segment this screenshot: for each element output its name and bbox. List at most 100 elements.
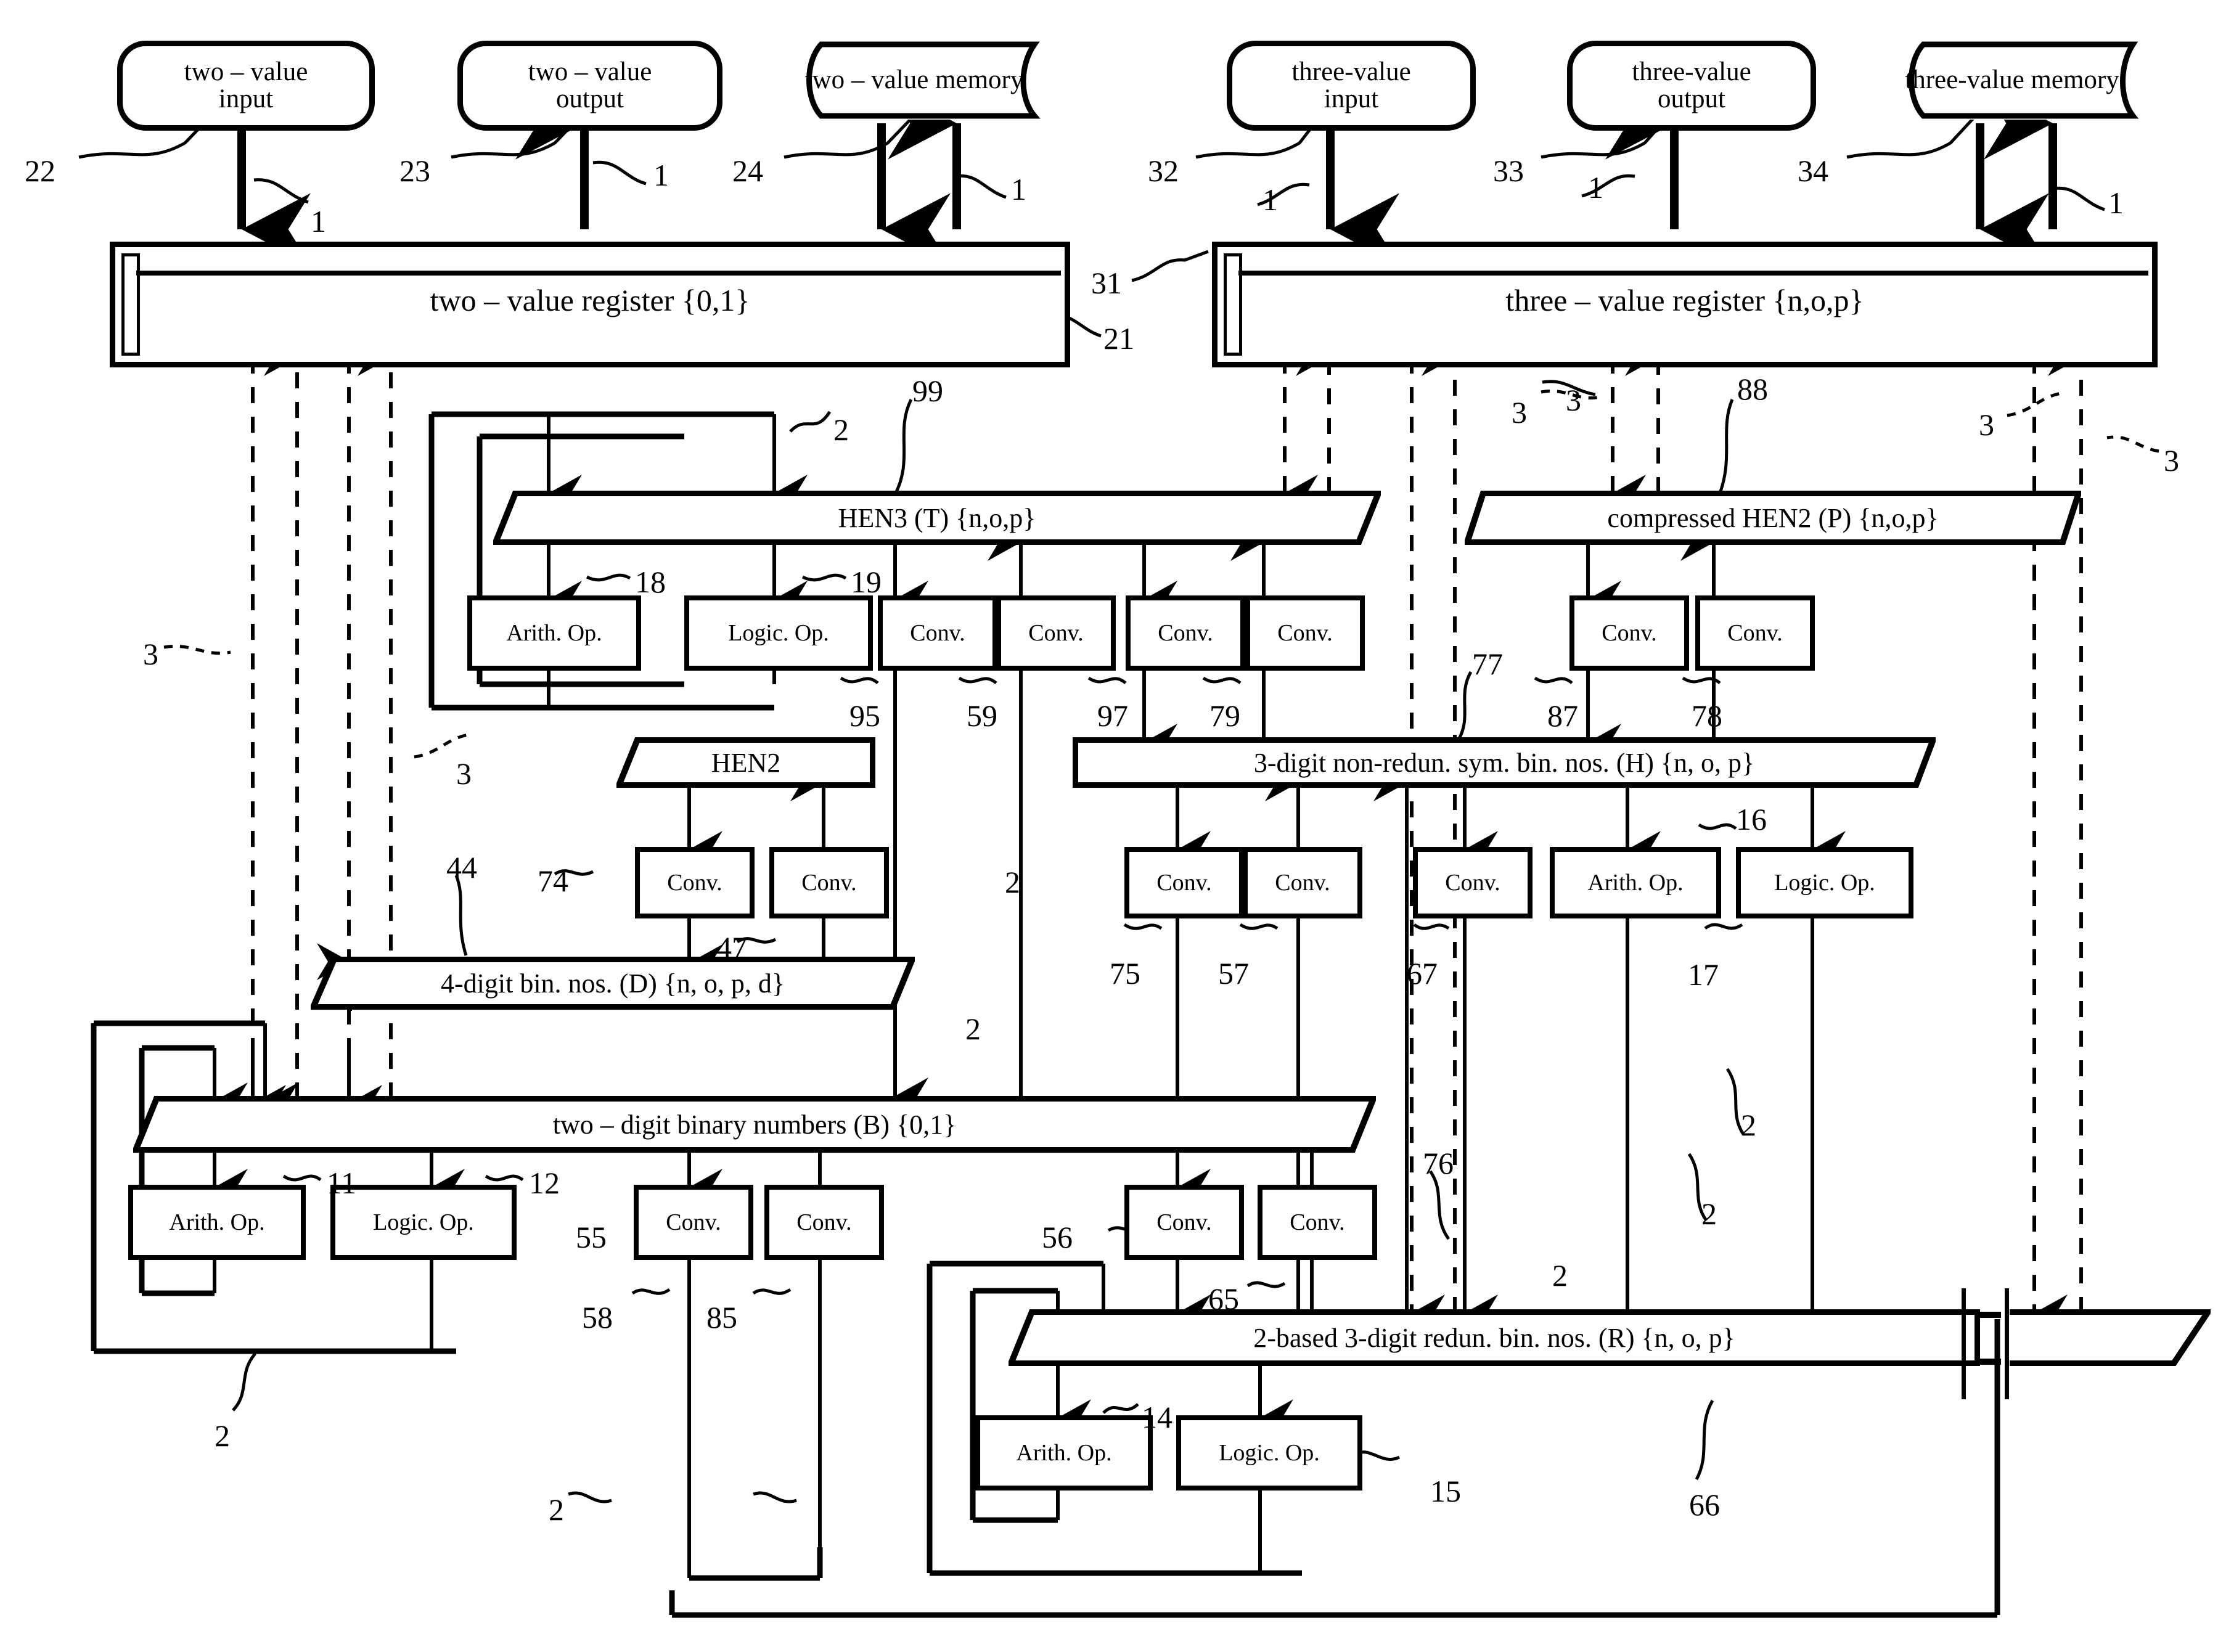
opbox-conv-57[interactable]: Conv. bbox=[1243, 847, 1362, 918]
reference-numeral: 1 bbox=[2108, 186, 2124, 220]
opbox-label: Conv. bbox=[1158, 620, 1213, 646]
reference-numeral: 15 bbox=[1430, 1474, 1461, 1508]
reference-numeral: 58 bbox=[582, 1300, 613, 1335]
band-compressed-hen2[interactable]: compressed HEN2 (P) {n,o,p} bbox=[1465, 491, 2081, 545]
reference-numeral: 24 bbox=[732, 153, 763, 188]
reference-numeral: 2 bbox=[1005, 865, 1020, 899]
opbox-logic-19[interactable]: Logic. Op. bbox=[684, 595, 873, 671]
reference-numeral: 3 bbox=[456, 756, 472, 791]
opbox-arith-16[interactable]: Arith. Op. bbox=[1550, 847, 1721, 918]
reference-numeral: 87 bbox=[1547, 698, 1578, 733]
opbox-conv-56[interactable]: Conv. bbox=[1124, 1185, 1244, 1260]
opbox-logic-15[interactable]: Logic. Op. bbox=[1176, 1415, 1362, 1490]
opbox-label: Arith. Op. bbox=[1587, 870, 1684, 896]
opbox-logic-17[interactable]: Logic. Op. bbox=[1736, 847, 1913, 918]
opbox-label: Conv. bbox=[1028, 620, 1084, 646]
node-label-line1: two – value bbox=[528, 57, 652, 87]
band-h-nonredundant[interactable]: 3-digit non-redun. sym. bin. nos. (H) {n… bbox=[1073, 737, 1936, 788]
register-top-strip bbox=[1238, 253, 2148, 276]
two-value-register[interactable]: two – value register {0,1} bbox=[110, 242, 1070, 367]
opbox-conv-47[interactable]: Conv. bbox=[769, 847, 889, 918]
reference-numeral: 18 bbox=[635, 565, 666, 599]
opbox-conv-74[interactable]: Conv. bbox=[635, 847, 755, 918]
reference-numeral: 16 bbox=[1736, 802, 1767, 836]
reference-numeral: 3 bbox=[2164, 443, 2179, 478]
reference-numeral: 66 bbox=[1689, 1487, 1720, 1522]
node-three-value-output[interactable]: three-value output bbox=[1567, 41, 1816, 131]
reference-numeral: 59 bbox=[967, 698, 997, 733]
node-two-value-input[interactable]: two – value input bbox=[117, 41, 375, 131]
node-label-line2: input bbox=[218, 84, 274, 113]
reference-numeral: 22 bbox=[25, 153, 55, 188]
opbox-label: Conv. bbox=[1275, 870, 1330, 896]
three-value-register[interactable]: three – value register {n,o,p} bbox=[1212, 242, 2158, 367]
reference-numeral: 34 bbox=[1798, 153, 1828, 188]
node-three-value-memory[interactable]: three-value memory bbox=[1896, 41, 2144, 120]
reference-numeral: 1 bbox=[1262, 182, 1278, 217]
band-shape bbox=[2010, 1309, 2211, 1366]
reference-numeral: 23 bbox=[399, 153, 430, 188]
band-break-mark bbox=[1976, 1312, 2001, 1318]
opbox-conv-67[interactable]: Conv. bbox=[1413, 847, 1533, 918]
band-hen3[interactable]: HEN3 (T) {n,o,p} bbox=[493, 491, 1381, 545]
opbox-conv-97[interactable]: Conv. bbox=[1126, 595, 1245, 671]
opbox-logic-12[interactable]: Logic. Op. bbox=[330, 1185, 517, 1260]
reference-numeral: 12 bbox=[529, 1166, 560, 1200]
reference-numeral: 95 bbox=[849, 698, 880, 733]
reference-numeral: 1 bbox=[311, 204, 326, 239]
node-label-line2: output bbox=[556, 84, 624, 113]
opbox-label: Logic. Op. bbox=[1774, 870, 1875, 896]
opbox-conv-87[interactable]: Conv. bbox=[1569, 595, 1689, 671]
opbox-conv-95[interactable]: Conv. bbox=[878, 595, 997, 671]
band-label: compressed HEN2 (P) {n,o,p} bbox=[1607, 502, 1939, 533]
opbox-conv-58[interactable]: Conv. bbox=[634, 1185, 753, 1260]
reference-numeral: 2 bbox=[833, 412, 849, 447]
opbox-arith-14[interactable]: Arith. Op. bbox=[975, 1415, 1153, 1490]
opbox-conv-85[interactable]: Conv. bbox=[764, 1185, 884, 1260]
opbox-label: Conv. bbox=[910, 620, 965, 646]
reference-numeral: 3 bbox=[1566, 383, 1581, 417]
band-hen2[interactable]: HEN2 bbox=[616, 737, 875, 788]
reference-numeral: 11 bbox=[327, 1166, 357, 1200]
reference-numeral: 3 bbox=[143, 637, 158, 671]
opbox-conv-79[interactable]: Conv. bbox=[1245, 595, 1365, 671]
band-label: 4-digit bin. nos. (D) {n, o, p, d} bbox=[441, 968, 785, 999]
opbox-label: Arith. Op. bbox=[1016, 1440, 1112, 1466]
register-label: three – value register {n,o,p} bbox=[1505, 282, 1864, 317]
reference-numeral: 78 bbox=[1692, 698, 1722, 733]
band-r-redundant[interactable]: 2-based 3-digit redun. bin. nos. (R) {n,… bbox=[1009, 1309, 1980, 1366]
opbox-conv-65[interactable]: Conv. bbox=[1258, 1185, 1377, 1260]
opbox-conv-75[interactable]: Conv. bbox=[1124, 847, 1244, 918]
reference-numeral: 3 bbox=[1979, 407, 1994, 442]
reference-numeral: 75 bbox=[1110, 956, 1140, 991]
opbox-label: Conv. bbox=[666, 1209, 721, 1235]
opbox-conv-59[interactable]: Conv. bbox=[996, 595, 1116, 671]
band-break-mark bbox=[1976, 1359, 2001, 1365]
node-label-line2: output bbox=[1658, 84, 1725, 113]
node-label-line1: two – value bbox=[184, 57, 308, 87]
reference-numeral: 97 bbox=[1097, 698, 1128, 733]
opbox-conv-78[interactable]: Conv. bbox=[1695, 595, 1815, 671]
node-two-value-memory[interactable]: two – value memory bbox=[793, 41, 1052, 120]
opbox-label: Logic. Op. bbox=[728, 620, 829, 646]
reference-numeral: 31 bbox=[1091, 266, 1122, 300]
node-three-value-input[interactable]: three-value input bbox=[1227, 41, 1476, 131]
opbox-label: Logic. Op. bbox=[373, 1209, 474, 1235]
node-label-line2: memory bbox=[935, 65, 1024, 95]
opbox-label: Arith. Op. bbox=[169, 1209, 265, 1235]
opbox-arith-18[interactable]: Arith. Op. bbox=[467, 595, 641, 671]
opbox-label: Conv. bbox=[801, 870, 857, 896]
opbox-arith-11[interactable]: Arith. Op. bbox=[128, 1185, 306, 1260]
opbox-label: Conv. bbox=[1727, 620, 1783, 646]
opbox-label: Arith. Op. bbox=[506, 620, 602, 646]
band-b-twodigit-binary[interactable]: two – digit binary numbers (B) {0,1} bbox=[133, 1096, 1376, 1153]
node-two-value-output[interactable]: two – value output bbox=[457, 41, 722, 131]
reference-numeral: 14 bbox=[1142, 1400, 1172, 1434]
band-label: HEN2 bbox=[711, 747, 781, 778]
reference-numeral: 19 bbox=[851, 565, 882, 599]
reference-numeral: 1 bbox=[653, 158, 669, 192]
band-d-4digit[interactable]: 4-digit bin. nos. (D) {n, o, p, d} bbox=[311, 957, 915, 1010]
reference-numeral: 85 bbox=[706, 1300, 737, 1335]
band-r-continuation-stub bbox=[2007, 1309, 2211, 1366]
opbox-label: Conv. bbox=[1602, 620, 1657, 646]
